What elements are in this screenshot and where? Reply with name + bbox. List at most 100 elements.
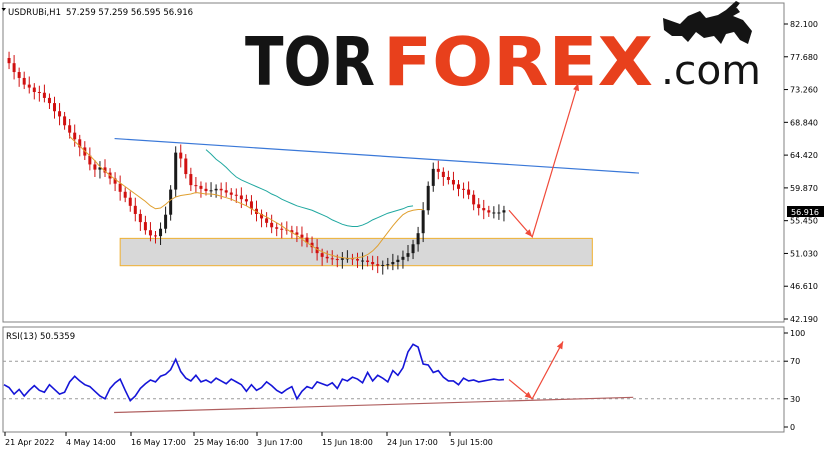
- candle-body: [63, 116, 67, 126]
- x-tick-label: 21 Apr 2022: [5, 438, 54, 447]
- candle-body: [229, 192, 233, 195]
- candle-body: [446, 177, 450, 180]
- candle-body: [431, 168, 435, 186]
- candle-body: [53, 103, 56, 112]
- y-tick-label: 77.680: [790, 53, 818, 62]
- candle-body: [17, 72, 21, 78]
- ma-slow-line: [205, 149, 414, 228]
- candle-body: [275, 227, 279, 229]
- candle-body: [391, 262, 395, 265]
- candle-body: [487, 210, 491, 213]
- rsi-forecast-arrow-path: [508, 341, 564, 400]
- symbol-menu-icon[interactable]: [1, 8, 7, 11]
- candle-body: [366, 260, 370, 263]
- rsi-tick-label: 30: [790, 395, 800, 404]
- watermark-brand-red: FOREX: [383, 23, 653, 101]
- candle-body: [42, 92, 46, 98]
- candle-body: [462, 188, 466, 190]
- rsi-tick-label: 70: [790, 357, 800, 366]
- candle-body: [214, 188, 218, 191]
- candle-body: [37, 92, 41, 94]
- candle-body: [234, 194, 238, 196]
- watermark-brand-suffix: .com: [661, 48, 761, 94]
- candle-body: [421, 210, 425, 234]
- candle-body: [47, 97, 51, 104]
- candle-body: [330, 258, 334, 260]
- rsi-trendline: [114, 396, 634, 414]
- candle-body: [133, 205, 137, 214]
- rsi-plot: [3, 341, 784, 414]
- candle-body: [325, 256, 329, 259]
- candle-body: [451, 179, 455, 185]
- candle-body: [7, 58, 11, 64]
- candle-body: [270, 222, 274, 228]
- candle-body: [396, 259, 400, 263]
- candle-body: [159, 228, 163, 237]
- candle-body: [199, 185, 203, 189]
- y-tick-label: 42.190: [790, 315, 818, 324]
- x-tick-label: 5 Jul 15:00: [450, 438, 493, 447]
- x-tick-label: 4 May 14:00: [66, 438, 116, 447]
- y-tick-label: 68.840: [790, 118, 818, 127]
- x-tick-label: 16 May 17:00: [131, 438, 186, 447]
- candle-body: [138, 213, 142, 223]
- y-tick-label: 59.870: [790, 184, 818, 193]
- candle-body: [12, 63, 16, 73]
- candle-body: [335, 259, 339, 261]
- candle-body: [22, 77, 26, 85]
- y-tick-label: 73.260: [790, 86, 818, 95]
- candle-body: [118, 183, 122, 192]
- candle-body: [209, 190, 213, 192]
- candle-body: [492, 212, 496, 214]
- candle-body: [154, 235, 157, 237]
- candle-body: [320, 253, 324, 257]
- rsi-tick-label: 0: [790, 423, 795, 432]
- price-chart-area[interactable]: 82.100 77.680 73.260 68.840 64.420 59.870 55.4…: [0, 0, 828, 455]
- candle-body: [174, 152, 178, 190]
- current-price-label: 56.916: [791, 208, 819, 217]
- candle-body: [58, 111, 62, 117]
- watermark-logo: TOR FOREX .com: [245, 1, 761, 101]
- candle-body: [143, 222, 147, 231]
- candle-body: [244, 199, 248, 202]
- candle-body: [93, 164, 97, 170]
- time-axis: 21 Apr 2022 4 May 14:00 16 May 17:00 25 May…: [4, 432, 493, 447]
- candle-body: [371, 262, 375, 265]
- candle-body: [472, 194, 476, 205]
- x-tick-label: 24 Jun 17:00: [387, 438, 438, 447]
- candle-body: [128, 197, 132, 206]
- candle-body: [27, 84, 31, 88]
- candle-body: [467, 189, 471, 195]
- candle-body: [184, 158, 188, 175]
- candle-body: [361, 260, 365, 262]
- candle-body: [169, 189, 173, 215]
- candle-body: [265, 218, 269, 223]
- candle-body: [356, 259, 359, 261]
- candle-body: [204, 188, 208, 192]
- candle-body: [406, 253, 410, 257]
- candle-body: [280, 228, 284, 230]
- rsi-line: [3, 343, 505, 403]
- x-tick-label: 25 May 16:00: [194, 438, 249, 447]
- candle-body: [179, 152, 183, 159]
- candle-body: [381, 264, 385, 266]
- candle-body: [219, 188, 223, 191]
- x-tick-label: 3 Jun 17:00: [257, 438, 303, 447]
- candle-body: [457, 184, 460, 189]
- candle-body: [376, 264, 380, 266]
- candle-body: [224, 190, 228, 193]
- candle-body: [300, 234, 304, 238]
- candle-body: [239, 195, 243, 200]
- candle-body: [32, 87, 36, 93]
- chart-header: USDRUBi,H1 57.259 57.259 56.595 56.916: [8, 8, 193, 18]
- rsi-tick-label: 100: [790, 329, 805, 338]
- candle-body: [194, 185, 198, 187]
- candle-body: [73, 132, 77, 140]
- candle-body: [386, 264, 390, 266]
- support-zone: [119, 237, 593, 267]
- candle-body: [189, 174, 193, 186]
- forecast-arrow-path: [508, 82, 579, 239]
- y-tick-label: 46.610: [790, 282, 818, 291]
- candle-body: [436, 168, 440, 172]
- candle-body: [123, 191, 127, 198]
